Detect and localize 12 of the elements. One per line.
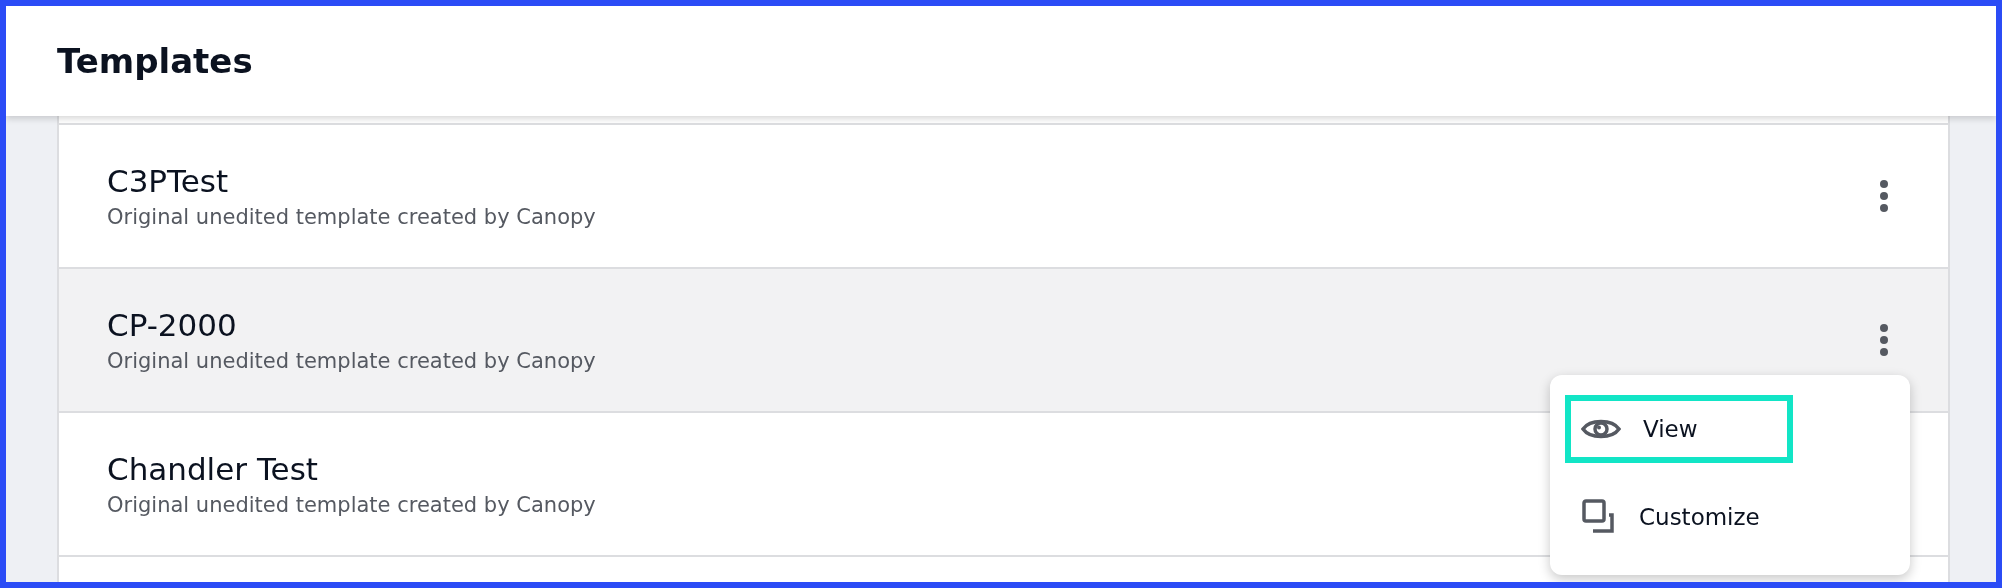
template-description: Original unedited template created by Canopy [107, 349, 596, 373]
template-row[interactable]: C3PTest Original unedited template created by Canopy [59, 125, 1948, 269]
menu-item[interactable]: View [1565, 395, 1793, 463]
template-name: Chandler Test [107, 451, 318, 487]
kebab-icon [1878, 179, 1890, 213]
page-title: Templates [57, 41, 253, 81]
template-description: Original unedited template created by Canopy [107, 493, 596, 517]
kebab-icon [1878, 323, 1890, 357]
template-name: C3PTest [107, 163, 229, 199]
copy-icon [1581, 499, 1617, 535]
template-name: CP-2000 [107, 307, 237, 343]
template-description: Original unedited template created by Canopy [107, 205, 596, 229]
